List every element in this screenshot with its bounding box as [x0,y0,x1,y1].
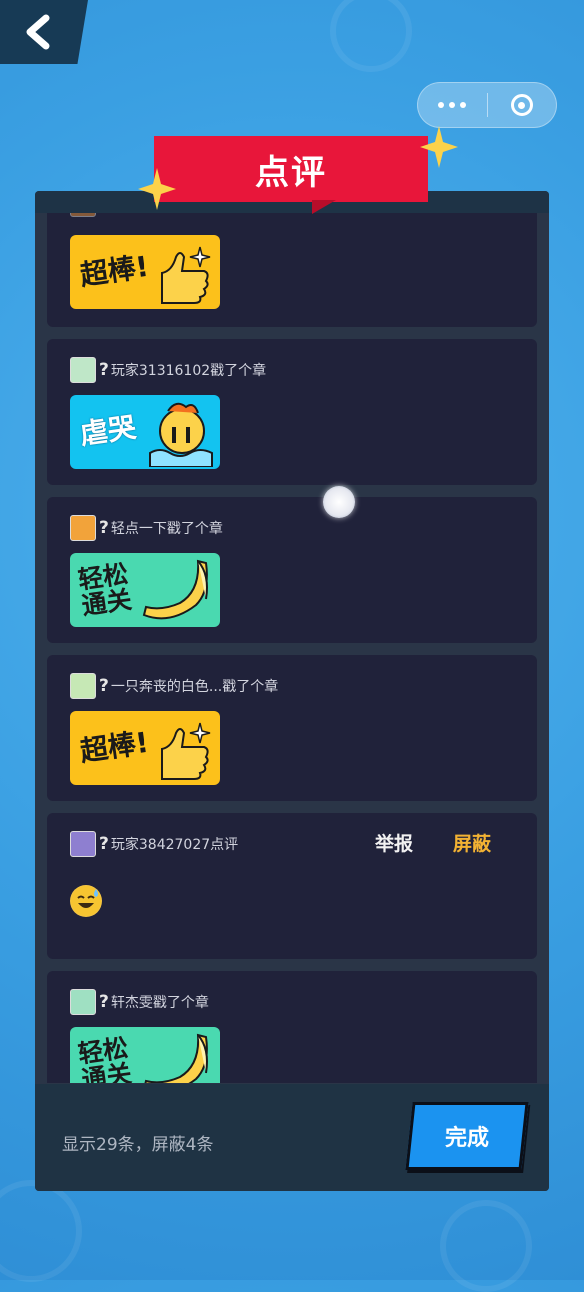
close-target-icon [510,94,533,116]
comment-username: 轻点一下 [110,521,167,537]
comment-count-summary: 显示29条，屏蔽4条 [62,1135,214,1155]
background-decoration [440,1200,532,1292]
more-button[interactable] [418,83,487,127]
chevron-left-icon [26,14,50,50]
sticker-text: 超棒! [77,725,151,769]
list-item: ? 玩家31316102 戳了个章 虐哭 [47,339,537,485]
avatar [70,673,96,699]
comment-panel: ? 超棒! ? 玩家31316102 戳了个章 虐哭 [35,191,549,1191]
page-title: 点评 [255,152,327,193]
background-decoration [330,0,412,72]
sticker-text: 轻松通关 [76,1032,134,1083]
comment-username: 一只奔丧的白色... [110,679,223,695]
comment-list[interactable]: ? 超棒! ? 玩家31316102 戳了个章 虐哭 [47,191,537,1083]
list-item: ? 玩家38427027 点评 举报 屏蔽 [47,813,537,959]
page-title-banner: 点评 [154,136,428,202]
banana-icon [144,1033,208,1083]
comment-header: ? 轩杰雯 戳了个章 [70,989,209,1015]
comment-header: ? 轻点一下 戳了个章 [70,515,223,541]
comment-username: 玩家31316102 [110,363,211,379]
comment-username: 玩家38427027 [110,837,211,853]
thumbs-up-icon [161,722,211,780]
close-mini-program-button[interactable] [488,83,557,127]
done-button-label: 完成 [444,1126,489,1151]
comment-header: ? 一只奔丧的白色... 戳了个章 [70,673,278,699]
comment-action-text: 戳了个章 [152,995,209,1011]
comment-action-text: 戳了个章 [222,679,279,695]
comment-header: ? 玩家38427027 点评 [70,831,238,857]
report-button[interactable]: 举报 [375,829,413,856]
gender-unknown-icon: ? [99,676,109,696]
sticker-easy-clear: 轻松通关 [70,1027,220,1083]
sticker-text: 虐哭 [77,410,138,452]
sticker-great: 超棒! [70,235,220,309]
list-item: ? 一只奔丧的白色... 戳了个章 超棒! [47,655,537,801]
avatar [70,831,96,857]
sticker-great: 超棒! [70,711,220,785]
mini-program-capsule [417,82,557,128]
comment-action-text: 戳了个章 [166,521,223,537]
banner-tail [312,200,336,214]
touch-indicator [323,486,355,518]
avatar [70,989,96,1015]
gender-unknown-icon: ? [99,834,109,854]
sweat-smile-emoji [70,885,102,917]
sparkle-icon [420,126,458,168]
list-item: ? 轩杰雯 戳了个章 轻松通关 [47,971,537,1083]
crying-chick-icon [149,402,213,467]
gender-unknown-icon: ? [99,992,109,1012]
sparkle-icon [138,168,176,210]
block-button[interactable]: 屏蔽 [453,829,491,856]
avatar [70,357,96,383]
comment-username: 轩杰雯 [110,995,153,1011]
thumbs-up-icon [161,246,211,304]
sticker-tearful: 虐哭 [70,395,220,469]
sticker-easy-clear: 轻松通关 [70,553,220,627]
comment-action-text: 点评 [210,837,239,853]
panel-footer: 显示29条，屏蔽4条 完成 [35,1084,549,1191]
done-button[interactable]: 完成 [405,1102,529,1170]
background-decoration [0,1180,82,1282]
sticker-text: 轻松通关 [76,558,134,621]
more-dots-icon [438,102,467,108]
avatar [70,515,96,541]
banana-icon [142,559,208,620]
comment-header: ? 玩家31316102 戳了个章 [70,357,266,383]
comment-action-text: 戳了个章 [210,363,267,379]
list-item: ? 轻点一下 戳了个章 轻松通关 [47,497,537,643]
back-button[interactable] [0,0,88,64]
gender-unknown-icon: ? [99,360,109,380]
gender-unknown-icon: ? [99,518,109,538]
sticker-text: 超棒! [77,249,151,293]
